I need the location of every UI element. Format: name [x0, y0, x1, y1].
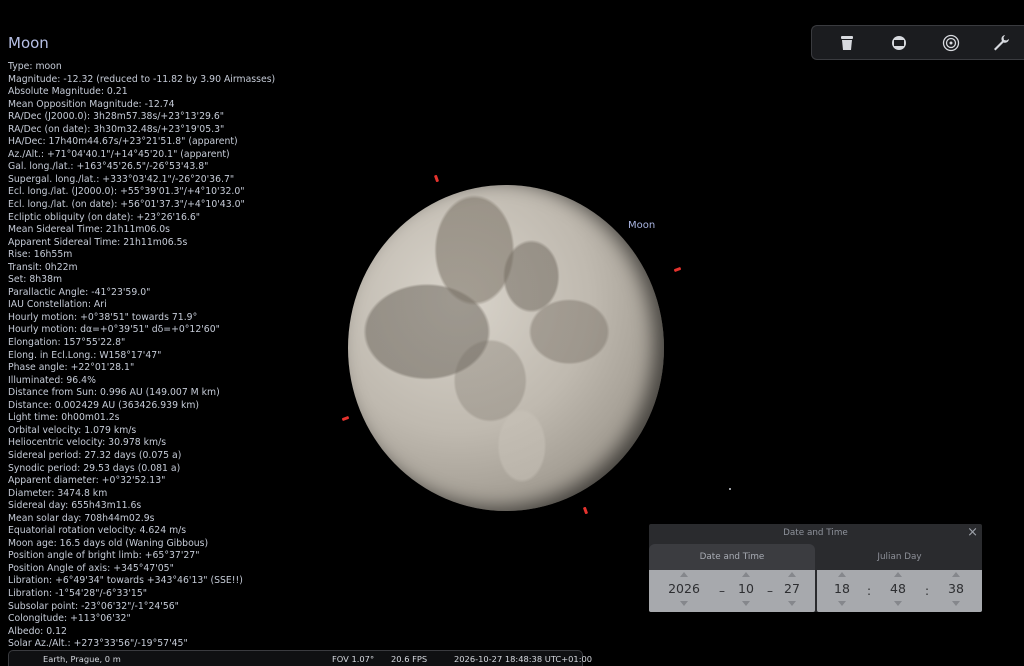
year-down-arrow-icon[interactable]: [680, 601, 688, 606]
object-info-panel: Moon Type: moon Magnitude: -12.32 (reduce…: [8, 34, 338, 651]
info-line: Hourly motion: +0°38'51" towards 71.9°: [8, 311, 198, 323]
top-right-toolbar: [811, 25, 1024, 60]
info-line: Synodic period: 29.53 days (0.081 a): [8, 462, 181, 474]
status-bar: Earth, Prague, 0 m FOV 1.07° 20.6 FPS 20…: [8, 650, 592, 666]
info-line: Set: 8h38m: [8, 274, 63, 286]
info-line: Illuminated: 96.4%: [8, 374, 96, 386]
info-line: Heliocentric velocity: 30.978 km/s: [8, 437, 167, 449]
month-value[interactable]: 10: [729, 577, 763, 601]
info-line: Ecliptic obliquity (on date): +23°26'16.…: [8, 211, 201, 223]
minute-value[interactable]: 48: [881, 577, 915, 601]
fov-text[interactable]: FOV 1.07°: [332, 654, 374, 664]
object-title: Moon: [8, 34, 49, 52]
second-spinner[interactable]: 38: [939, 572, 973, 610]
info-line: Elong. in Ecl.Long.: W158°17'47": [8, 349, 162, 361]
info-line: Mean solar day: 708h44m02.9s: [8, 512, 155, 524]
info-line: Mean Opposition Magnitude: -12.74: [8, 98, 175, 110]
location-text[interactable]: Earth, Prague, 0 m: [43, 654, 121, 664]
info-line: Libration: -1°54'28"/-6°33'15": [8, 587, 148, 599]
trash-icon[interactable]: [836, 33, 858, 53]
info-line: Hourly motion: dα=+0°39'51" dδ=+0°12'60": [8, 324, 220, 336]
day-down-arrow-icon[interactable]: [788, 601, 796, 606]
hour-spinner[interactable]: 18: [825, 572, 859, 610]
dialog-title: Date and Time: [783, 528, 848, 538]
wrench-icon[interactable]: [990, 33, 1012, 53]
info-line: Position angle of bright limb: +65°37'27…: [8, 550, 200, 562]
info-line: Magnitude: -12.32 (reduced to -11.82 by …: [8, 73, 276, 85]
info-line: Orbital velocity: 1.079 km/s: [8, 424, 137, 436]
info-line: Elongation: 157°55'22.8": [8, 337, 126, 349]
day-value[interactable]: 27: [775, 577, 809, 601]
info-line: Moon age: 16.5 days old (Waning Gibbous): [8, 537, 209, 549]
info-line: Parallactic Angle: -41°23'59.0": [8, 286, 151, 298]
info-line: Albedo: 0.12: [8, 625, 67, 637]
info-line: Ecl. long./lat. (J2000.0): +55°39'01.3"/…: [8, 186, 245, 198]
tab-date-time[interactable]: Date and Time: [649, 544, 815, 570]
hour-down-arrow-icon[interactable]: [838, 601, 846, 606]
date-group: 2026 – 10 – 27: [649, 570, 815, 612]
info-line: Sidereal day: 655h43m11.6s: [8, 500, 142, 512]
info-line: Colongitude: +113°06'32": [8, 613, 131, 625]
info-line: Distance from Sun: 0.996 AU (149.007 M k…: [8, 387, 220, 399]
time-separator: :: [925, 584, 930, 598]
info-line: Absolute Magnitude: 0.21: [8, 86, 128, 98]
moon-object[interactable]: [348, 185, 664, 511]
square-icon[interactable]: [888, 33, 910, 53]
fps-text: 20.6 FPS: [391, 654, 428, 664]
info-line: Subsolar point: -23°06'32"/-1°24'56": [8, 600, 179, 612]
info-line: Transit: 0h22m: [8, 261, 78, 273]
info-line: Position Angle of axis: +345°47'05": [8, 562, 174, 574]
info-line: Diameter: 3474.8 km: [8, 487, 108, 499]
info-line: Supergal. long./lat.: +333°03'42.1"/-26°…: [8, 173, 235, 185]
info-line: Equatorial rotation velocity: 4.624 m/s: [8, 525, 187, 537]
selection-marker-top: [433, 174, 440, 183]
minute-down-arrow-icon[interactable]: [894, 601, 902, 606]
minute-spinner[interactable]: 48: [881, 572, 915, 610]
info-line: Type: moon: [8, 61, 62, 72]
info-line: IAU Constellation: Ari: [8, 299, 107, 311]
info-line: Gal. long./lat.: +163°45'26.5"/-26°53'43…: [8, 161, 209, 173]
info-line: Apparent Sidereal Time: 21h11m06.5s: [8, 236, 188, 248]
time-separator: :: [867, 584, 872, 598]
datetime-text[interactable]: 2026-10-27 18:48:38 UTC+01:00: [454, 654, 592, 664]
date-separator: –: [767, 584, 773, 598]
info-line: Sidereal period: 27.32 days (0.075 a): [8, 449, 182, 461]
year-spinner[interactable]: 2026: [667, 572, 701, 610]
hour-value[interactable]: 18: [825, 577, 859, 601]
info-line: RA/Dec (on date): 3h30m32.48s/+23°19'05.…: [8, 123, 225, 135]
info-line: Az./Alt.: +71°04'40.1"/+14°45'20.1" (app…: [8, 148, 230, 160]
target-icon[interactable]: [940, 33, 962, 53]
info-line: Rise: 16h55m: [8, 249, 73, 261]
star[interactable]: [729, 488, 731, 490]
month-down-arrow-icon[interactable]: [742, 601, 750, 606]
info-line: Light time: 0h00m01.2s: [8, 412, 120, 424]
close-icon[interactable]: ×: [967, 526, 978, 539]
info-line: Distance: 0.002429 AU (363426.939 km): [8, 399, 200, 411]
info-line: Apparent diameter: +0°32'52.13": [8, 475, 166, 487]
day-spinner[interactable]: 27: [775, 572, 809, 610]
time-group: 18 : 48 : 38: [817, 570, 982, 612]
second-down-arrow-icon[interactable]: [952, 601, 960, 606]
info-line: Mean Sidereal Time: 21h11m06.0s: [8, 224, 170, 236]
date-time-dialog: Date and Time × Date and Time Julian Day…: [649, 524, 982, 612]
info-line: Solar Az./Alt.: +273°33'56"/-19°57'45": [8, 638, 188, 650]
info-line: Libration: +6°49'34" towards +343°46'13"…: [8, 575, 243, 587]
selection-marker-right: [673, 266, 682, 273]
info-line: Phase angle: +22°01'28.1": [8, 362, 135, 374]
second-value[interactable]: 38: [939, 577, 973, 601]
selection-marker-left: [341, 415, 350, 422]
selection-marker-bottom: [582, 506, 589, 515]
date-separator: –: [719, 584, 725, 598]
info-line: Ecl. long./lat. (on date): +56°01'37.3"/…: [8, 199, 245, 211]
object-info-lines: Type: moon Magnitude: -12.32 (reduced to …: [8, 61, 338, 651]
info-line: RA/Dec (J2000.0): 3h28m57.38s/+23°13'29.…: [8, 111, 225, 123]
year-value[interactable]: 2026: [667, 577, 701, 601]
month-spinner[interactable]: 10: [729, 572, 763, 610]
info-line: HA/Dec: 17h40m44.67s/+23°21'51.8" (appar…: [8, 136, 238, 148]
moon-sky-label[interactable]: Moon: [628, 220, 655, 231]
tab-julian-day[interactable]: Julian Day: [817, 544, 982, 570]
